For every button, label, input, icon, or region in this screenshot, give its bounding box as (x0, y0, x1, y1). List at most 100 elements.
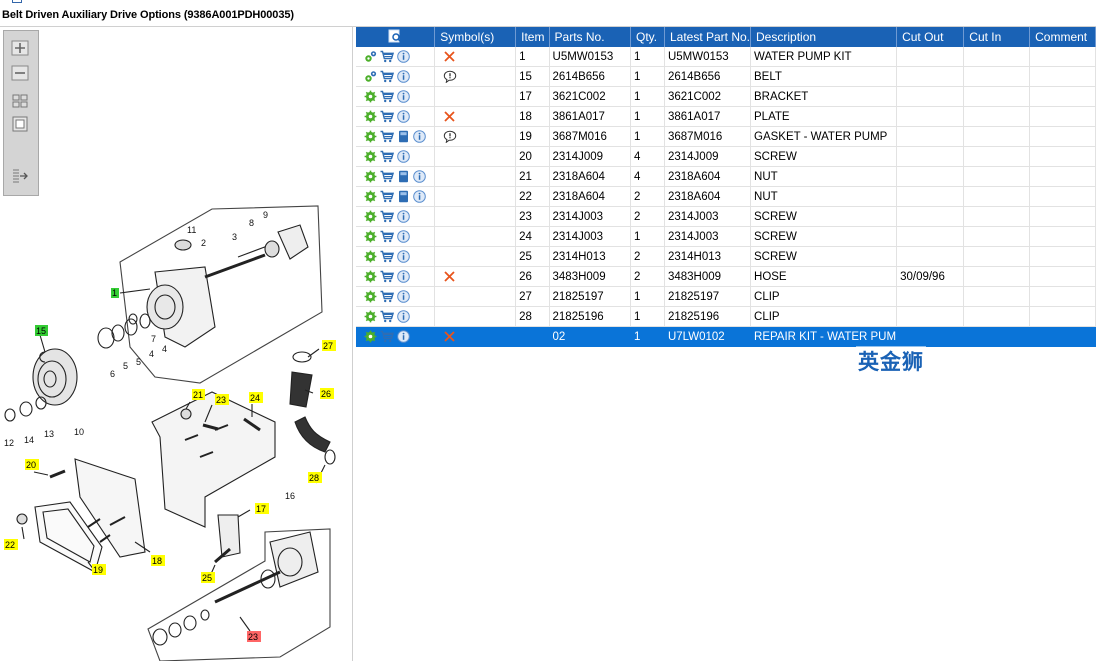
callout-18[interactable]: 18 (152, 556, 162, 566)
callout-28[interactable]: 28 (309, 473, 319, 483)
callout-5a[interactable]: 5 (123, 361, 128, 371)
table-row[interactable]: 28 21825196 1 21825196 CLIP (356, 306, 1096, 327)
table-row[interactable]: 15 2614B656 1 2614B656 BELT (356, 66, 1096, 87)
cart-icon[interactable] (380, 290, 394, 303)
callout-12[interactable]: 12 (4, 438, 14, 448)
column-header-comment[interactable]: Comment (1029, 27, 1096, 47)
table-row[interactable]: 19 3687M016 1 3687M016 GASKET - WATER PUMP (356, 126, 1096, 147)
info-icon[interactable] (397, 50, 410, 63)
cart-icon[interactable] (380, 50, 394, 63)
table-row[interactable]: 1 U5MW0153 1 U5MW0153 WATER PUMP KIT (356, 47, 1096, 67)
callout-24[interactable]: 24 (250, 393, 260, 403)
callout-4b[interactable]: 4 (162, 344, 167, 354)
table-row[interactable]: 17 3621C002 1 3621C002 BRACKET (356, 86, 1096, 107)
callout-14[interactable]: 14 (24, 435, 34, 445)
callout-3[interactable]: 3 (232, 232, 237, 242)
gear-icon[interactable] (364, 170, 377, 183)
info-icon[interactable] (413, 170, 426, 183)
gear-icon[interactable] (364, 150, 377, 163)
zoom-in-icon[interactable] (11, 40, 29, 56)
gear-icon[interactable] (364, 110, 377, 123)
gear-icon[interactable] (364, 310, 377, 323)
callout-23-repair[interactable]: 23 (248, 632, 258, 642)
cart-icon[interactable] (380, 210, 394, 223)
callout-1[interactable]: 1 (112, 288, 117, 298)
callout-5b[interactable]: 5 (136, 357, 141, 367)
gear-icon[interactable] (364, 90, 377, 103)
table-row[interactable]: 02 1 U7LW0102 REPAIR KIT - WATER PUM (356, 326, 1096, 347)
callout-15[interactable]: 15 (36, 326, 46, 336)
gears-icon[interactable] (364, 50, 377, 63)
book-icon[interactable] (397, 170, 410, 183)
info-icon[interactable] (397, 110, 410, 123)
cart-icon[interactable] (380, 90, 394, 103)
gear-icon[interactable] (364, 210, 377, 223)
callout-26[interactable]: 26 (321, 389, 331, 399)
cart-icon[interactable] (380, 230, 394, 243)
callout-6[interactable]: 6 (110, 369, 115, 379)
fit-window-icon[interactable] (11, 116, 29, 132)
gear-icon[interactable] (364, 130, 377, 143)
callout-17[interactable]: 17 (256, 504, 266, 514)
info-icon[interactable] (397, 250, 410, 263)
gear-icon[interactable] (364, 250, 377, 263)
callout-7[interactable]: 7 (151, 334, 156, 344)
column-header-item[interactable]: Item (515, 27, 550, 47)
cart-icon[interactable] (380, 170, 394, 183)
callout-9[interactable]: 9 (263, 210, 268, 220)
table-row[interactable]: 22 2318A604 2 2318A604 NUT (356, 186, 1096, 207)
book-icon[interactable] (397, 190, 410, 203)
info-icon[interactable] (397, 230, 410, 243)
illustration-panel[interactable]: 9 11 2 3 8 6 5 5 4 4 7 10 12 14 13 16 1 … (0, 27, 353, 661)
info-icon[interactable] (397, 90, 410, 103)
export-icon[interactable] (11, 168, 29, 184)
column-header-cut-in[interactable]: Cut In (963, 27, 1031, 47)
gear-icon[interactable] (364, 270, 377, 283)
cart-icon[interactable] (380, 190, 394, 203)
column-header-symbols[interactable]: Symbol(s) (434, 27, 517, 47)
info-icon[interactable] (397, 150, 410, 163)
table-row[interactable]: 23 2314J003 2 2314J003 SCREW (356, 206, 1096, 227)
column-header-cut-out[interactable]: Cut Out (896, 27, 965, 47)
book-icon[interactable] (397, 130, 410, 143)
callout-10[interactable]: 10 (74, 427, 84, 437)
gear-icon[interactable] (364, 330, 377, 343)
table-row[interactable]: 27 21825197 1 21825197 CLIP (356, 286, 1096, 307)
table-row[interactable]: 24 2314J003 1 2314J003 SCREW (356, 226, 1096, 247)
callout-16[interactable]: 16 (285, 491, 295, 501)
column-header-actions[interactable] (356, 27, 436, 47)
info-icon[interactable] (397, 270, 410, 283)
callout-11[interactable]: 11 (187, 225, 196, 235)
gear-icon[interactable] (364, 290, 377, 303)
callout-25[interactable]: 25 (202, 573, 212, 583)
callout-23[interactable]: 23 (216, 395, 226, 405)
callout-13[interactable]: 13 (44, 429, 54, 439)
info-icon[interactable] (413, 190, 426, 203)
callout-8[interactable]: 8 (249, 218, 254, 228)
column-header-description[interactable]: Description (750, 27, 898, 47)
callout-4a[interactable]: 4 (149, 349, 154, 359)
cart-icon[interactable] (380, 310, 394, 323)
info-icon[interactable] (397, 330, 410, 343)
cart-icon[interactable] (380, 270, 394, 283)
table-row[interactable]: 21 2318A604 4 2318A604 NUT (356, 166, 1096, 187)
callout-27[interactable]: 27 (323, 341, 333, 351)
callout-2[interactable]: 2 (201, 238, 206, 248)
fit-all-icon[interactable] (11, 93, 29, 109)
document-search-icon[interactable] (387, 29, 403, 43)
cart-icon[interactable] (380, 130, 394, 143)
table-row[interactable]: 20 2314J009 4 2314J009 SCREW (356, 146, 1096, 167)
table-row[interactable]: 26 3483H009 2 3483H009 HOSE 30/09/96 (356, 266, 1096, 287)
gears-icon[interactable] (364, 70, 377, 83)
callout-19[interactable]: 19 (93, 565, 103, 575)
info-icon[interactable] (397, 210, 410, 223)
callout-21[interactable]: 21 (193, 390, 203, 400)
info-icon[interactable] (397, 290, 410, 303)
table-row[interactable]: 18 3861A017 1 3861A017 PLATE (356, 106, 1096, 127)
cart-icon[interactable] (380, 70, 394, 83)
callout-22[interactable]: 22 (5, 540, 15, 550)
table-row[interactable]: 25 2314H013 2 2314H013 SCREW (356, 246, 1096, 267)
zoom-out-icon[interactable] (11, 65, 29, 81)
column-header-parts-no[interactable]: Parts No. (549, 27, 632, 47)
gear-icon[interactable] (364, 190, 377, 203)
